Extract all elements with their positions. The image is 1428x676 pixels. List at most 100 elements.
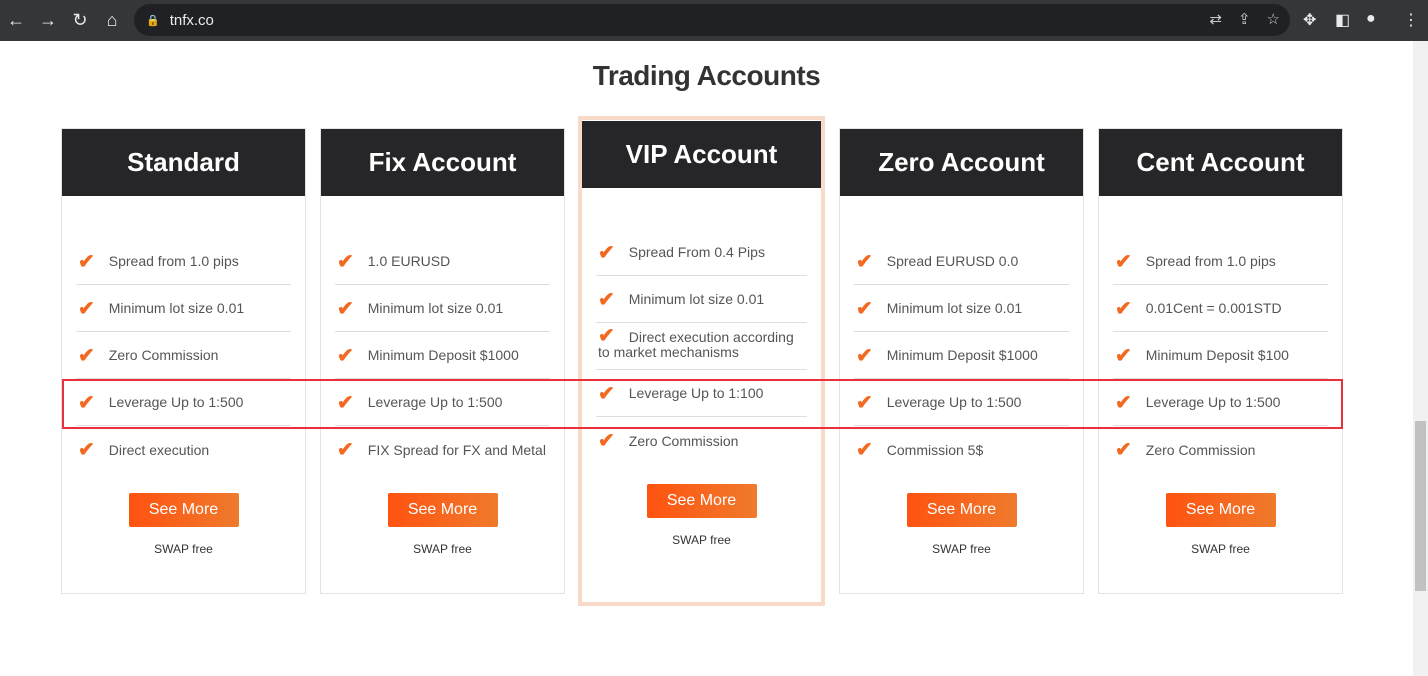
feature-text: Spread EURUSD 0.0: [886, 253, 1019, 269]
feature-text: Spread from 1.0 pips: [1145, 253, 1276, 269]
feature-item: ✔ Commission 5$: [854, 426, 1069, 473]
check-icon: ✔: [1115, 297, 1132, 320]
check-icon: ✔: [598, 288, 615, 311]
check-icon: ✔: [337, 250, 354, 273]
lock-icon[interactable]: 🔒: [146, 14, 160, 27]
feature-text: Leverage Up to 1:500: [1145, 394, 1281, 410]
menu-icon[interactable]: ⋮: [1403, 10, 1419, 30]
check-icon: ✔: [337, 297, 354, 320]
feature-item: ✔ Minimum Deposit $1000: [854, 332, 1069, 379]
reload-icon[interactable]: ↻: [64, 10, 96, 31]
feature-text: Leverage Up to 1:500: [108, 394, 244, 410]
feature-item: ✔ 0.01Cent = 0.001STD: [1113, 285, 1328, 332]
feature-text: Direct execution according to market mec…: [598, 329, 794, 360]
feature-item: ✔ Direct execution according to market me…: [596, 323, 807, 370]
account-card-fix-account: Fix Account ✔ 1.0 EURUSD ✔ Minimum lot size …: [320, 128, 565, 594]
feature-item: ✔ Spread from 1.0 pips: [1113, 238, 1328, 285]
feature-item: ✔ Minimum Deposit $100: [1113, 332, 1328, 379]
sidepanel-icon[interactable]: ◧: [1335, 10, 1350, 30]
account-card-standard: Standard ✔ Spread from 1.0 pips ✔ Minimum lo…: [61, 128, 306, 594]
feature-item: ✔ Leverage Up to 1:500: [854, 379, 1069, 426]
feature-text: Minimum lot size 0.01: [108, 300, 245, 316]
check-icon: ✔: [1115, 439, 1132, 461]
feature-item: ✔ Direct execution: [76, 426, 291, 473]
feature-text: FIX Spread for FX and Metal: [367, 441, 546, 458]
check-icon: ✔: [598, 430, 615, 452]
feature-text: Spread from 1.0 pips: [108, 253, 239, 269]
account-card-cent-account: Cent Account ✔ Spread from 1.0 pips ✔ 0.01Ce…: [1098, 128, 1343, 594]
feature-text: Spread From 0.4 Pips: [628, 244, 765, 260]
profile-icon[interactable]: ●: [1366, 10, 1376, 28]
swap-free-note: SWAP free: [932, 542, 991, 556]
see-more-button[interactable]: See More: [646, 484, 757, 518]
see-more-button[interactable]: See More: [906, 493, 1017, 527]
check-icon: ✔: [856, 391, 873, 414]
feature-item: ✔ Leverage Up to 1:500: [335, 379, 550, 426]
feature-text: Minimum lot size 0.01: [628, 291, 765, 307]
see-more-button[interactable]: See More: [128, 493, 239, 527]
check-icon: ✔: [78, 391, 95, 414]
check-icon: ✔: [337, 439, 354, 461]
see-more-button[interactable]: See More: [1165, 493, 1276, 527]
check-icon: ✔: [856, 297, 873, 320]
account-card-zero-account: Zero Account ✔ Spread EURUSD 0.0 ✔ Minimum l…: [839, 128, 1084, 594]
feature-item: ✔ Spread EURUSD 0.0: [854, 238, 1069, 285]
feature-list: ✔ Spread EURUSD 0.0 ✔ Minimum lot size 0.01…: [854, 238, 1069, 473]
check-icon: ✔: [856, 344, 873, 367]
forward-icon[interactable]: →: [32, 10, 64, 31]
page-title: Trading Accounts: [592, 60, 821, 91]
feature-list: ✔ Spread from 1.0 pips ✔ 0.01Cent = 0.001ST…: [1113, 238, 1328, 473]
feature-item: ✔ Leverage Up to 1:100: [596, 370, 807, 417]
address-bar[interactable]: 🔒 tnfx.co ⇄ ⇪ ☆: [134, 4, 1290, 36]
check-icon: ✔: [78, 344, 95, 367]
check-icon: ✔: [78, 297, 95, 320]
back-icon[interactable]: ←: [0, 10, 32, 31]
feature-item: ✔ Minimum Deposit $1000: [335, 332, 550, 379]
account-card-vip-account: VIP Account ✔ Spread From 0.4 Pips ✔ Minimum…: [578, 116, 825, 606]
card-title: Zero Account: [840, 129, 1083, 196]
share-icon[interactable]: ⇪: [1238, 10, 1251, 28]
feature-text: Zero Commission: [108, 347, 219, 363]
swap-free-note: SWAP free: [672, 533, 731, 547]
card-title: Standard: [62, 129, 305, 196]
feature-item: ✔ Minimum lot size 0.01: [76, 285, 291, 332]
feature-text: Minimum lot size 0.01: [886, 300, 1023, 316]
check-icon: ✔: [337, 344, 354, 367]
star-icon[interactable]: ☆: [1267, 10, 1280, 28]
feature-item: ✔ Minimum lot size 0.01: [335, 285, 550, 332]
feature-text: Leverage Up to 1:500: [367, 394, 503, 410]
url-text: tnfx.co: [169, 11, 214, 29]
scrollbar-thumb[interactable]: [1415, 421, 1426, 591]
feature-item: ✔ Spread from 1.0 pips: [76, 238, 291, 285]
scrollbar[interactable]: [1413, 41, 1428, 676]
browser-toolbar: ← → ↻ ⌂ 🔒 tnfx.co ⇄ ⇪ ☆ ✥ ◧ ● ⋮: [0, 0, 1428, 41]
extensions-icon[interactable]: ✥: [1303, 10, 1316, 30]
feature-text: Minimum Deposit $1000: [367, 347, 519, 363]
feature-item: ✔ 1.0 EURUSD: [335, 238, 550, 285]
feature-text: 1.0 EURUSD: [367, 253, 451, 269]
feature-text: Direct execution: [108, 441, 210, 458]
feature-text: Minimum lot size 0.01: [367, 300, 504, 316]
feature-text: Leverage Up to 1:100: [628, 385, 764, 401]
check-icon: ✔: [78, 439, 95, 461]
feature-item: ✔ Zero Commission: [1113, 426, 1328, 473]
check-icon: ✔: [337, 391, 354, 414]
check-icon: ✔: [598, 382, 615, 405]
feature-text: Commission 5$: [886, 441, 984, 458]
feature-item: ✔ Minimum lot size 0.01: [854, 285, 1069, 332]
feature-item: ✔ FIX Spread for FX and Metal: [335, 426, 550, 473]
check-icon: ✔: [1115, 250, 1132, 273]
check-icon: ✔: [856, 250, 873, 273]
feature-item: ✔ Minimum lot size 0.01: [596, 276, 807, 323]
see-more-button[interactable]: See More: [387, 493, 498, 527]
feature-list: ✔ Spread from 1.0 pips ✔ Minimum lot size 0…: [76, 238, 291, 473]
feature-text: 0.01Cent = 0.001STD: [1145, 300, 1282, 316]
translate-icon[interactable]: ⇄: [1209, 10, 1222, 28]
check-icon: ✔: [78, 250, 95, 273]
feature-item: ✔ Zero Commission: [76, 332, 291, 379]
card-title: Cent Account: [1099, 129, 1342, 196]
feature-list: ✔ Spread From 0.4 Pips ✔ Minimum lot size 0…: [596, 229, 807, 464]
check-icon: ✔: [598, 241, 615, 264]
feature-text: Zero Commission: [1145, 441, 1256, 458]
home-icon[interactable]: ⌂: [96, 10, 128, 31]
